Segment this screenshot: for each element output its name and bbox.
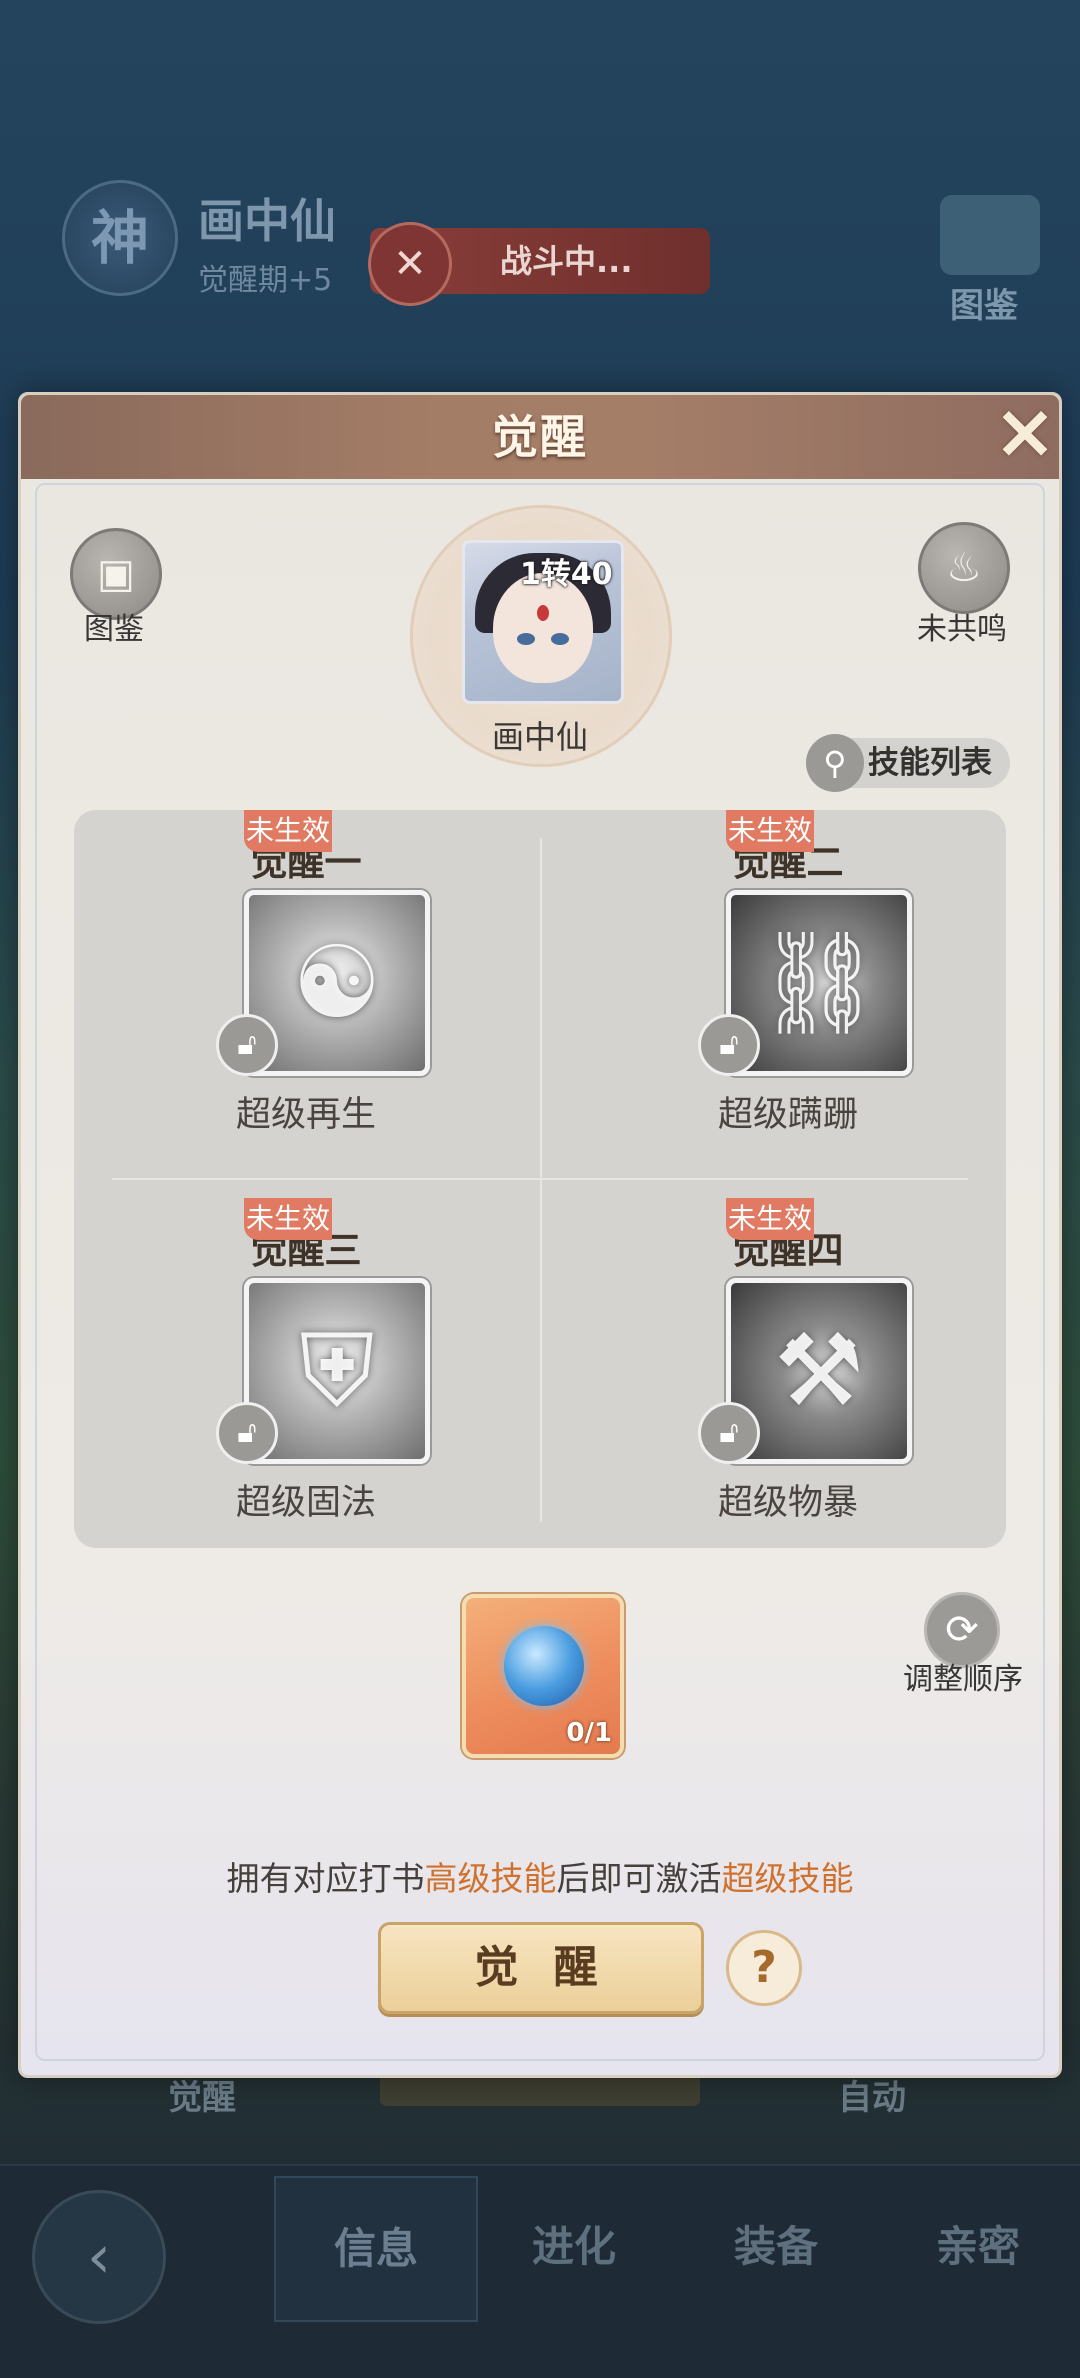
search-icon: ⚲ bbox=[806, 734, 864, 792]
skill-name: 超级再生 bbox=[235, 1095, 376, 1135]
lock-icon: 🔓︎ bbox=[216, 1402, 278, 1464]
background-hero-name: 画中仙 bbox=[198, 194, 336, 248]
awaken-slot-4[interactable]: 觉醒四 ⚒ 未生效 🔓︎ 超级物暴 bbox=[638, 1198, 938, 1528]
skill-list-button[interactable]: ⚲ 技能列表 bbox=[806, 734, 1010, 792]
inactive-badge: 未生效 bbox=[244, 810, 332, 852]
grid-divider bbox=[112, 1178, 968, 1180]
flame-resonance-icon[interactable]: ♨ bbox=[918, 522, 1010, 614]
skill-name: 超级物暴 bbox=[717, 1483, 858, 1523]
codex-label: 图鉴 bbox=[84, 612, 144, 647]
hero-portrait[interactable]: 1转40 bbox=[462, 540, 624, 704]
item-count: 0/1 bbox=[566, 1718, 612, 1748]
inactive-badge: 未生效 bbox=[726, 810, 814, 852]
hero-eye bbox=[517, 633, 535, 645]
lock-icon: 🔓︎ bbox=[698, 1014, 760, 1076]
modal-title: 觉醒 bbox=[492, 410, 588, 464]
help-icon[interactable]: ? bbox=[726, 1930, 802, 2006]
skill-name: 超级固法 bbox=[235, 1483, 376, 1523]
resonance-label: 未共鸣 bbox=[917, 612, 1007, 647]
back-arrow-icon[interactable]: ‹ bbox=[32, 2190, 166, 2324]
awaken-slot-1[interactable]: 觉醒一 ☯ 未生效 🔓︎ 超级再生 bbox=[156, 810, 456, 1140]
hero-level: 1转40 bbox=[520, 557, 613, 592]
hero-name: 画中仙 bbox=[491, 718, 588, 756]
tab-equipment[interactable]: 装备 bbox=[676, 2176, 876, 2318]
background-book-icon bbox=[940, 195, 1040, 275]
tab-evolve[interactable]: 进化 bbox=[474, 2176, 674, 2318]
inactive-badge: 未生效 bbox=[726, 1198, 814, 1240]
tab-intimacy[interactable]: 亲密 bbox=[878, 2176, 1078, 2318]
grid-divider bbox=[540, 838, 542, 1522]
activation-hint: 拥有对应打书高级技能后即可激活超级技能 bbox=[226, 1859, 854, 1898]
awaken-button[interactable]: 觉 醒 bbox=[378, 1922, 704, 2014]
hero-forehead-gem bbox=[537, 605, 549, 621]
crossed-swords-icon: ✕ bbox=[368, 222, 452, 306]
skill-list-label: 技能列表 bbox=[868, 745, 992, 781]
inactive-badge: 未生效 bbox=[244, 1198, 332, 1240]
close-icon[interactable]: × bbox=[987, 393, 1063, 469]
awaken-slots-panel: 觉醒一 ☯ 未生效 🔓︎ 超级再生 觉醒二 ⛓ 未生效 🔓︎ 超级蹒跚 觉醒三 … bbox=[74, 810, 1006, 1548]
god-rank-badge: 神 bbox=[62, 180, 178, 296]
lock-icon: 🔓︎ bbox=[698, 1402, 760, 1464]
tab-info[interactable]: 信息 bbox=[274, 2176, 478, 2322]
awaken-slot-3[interactable]: 觉醒三 ⛨ 未生效 🔓︎ 超级固法 bbox=[156, 1198, 456, 1528]
lock-icon: 🔓︎ bbox=[216, 1014, 278, 1076]
hero-eye bbox=[551, 633, 569, 645]
background-tujian-label: 图鉴 bbox=[950, 286, 1018, 326]
spirit-orb-icon bbox=[504, 1626, 584, 1706]
awaken-item-slot[interactable]: 0/1 bbox=[462, 1594, 624, 1758]
background-hero-stage: 觉醒期+5 bbox=[198, 263, 333, 298]
reorder-label: 调整顺序 bbox=[903, 1662, 1023, 1697]
awaken-slot-2[interactable]: 觉醒二 ⛓ 未生效 🔓︎ 超级蹒跚 bbox=[638, 810, 938, 1140]
skill-name: 超级蹒跚 bbox=[717, 1095, 858, 1135]
